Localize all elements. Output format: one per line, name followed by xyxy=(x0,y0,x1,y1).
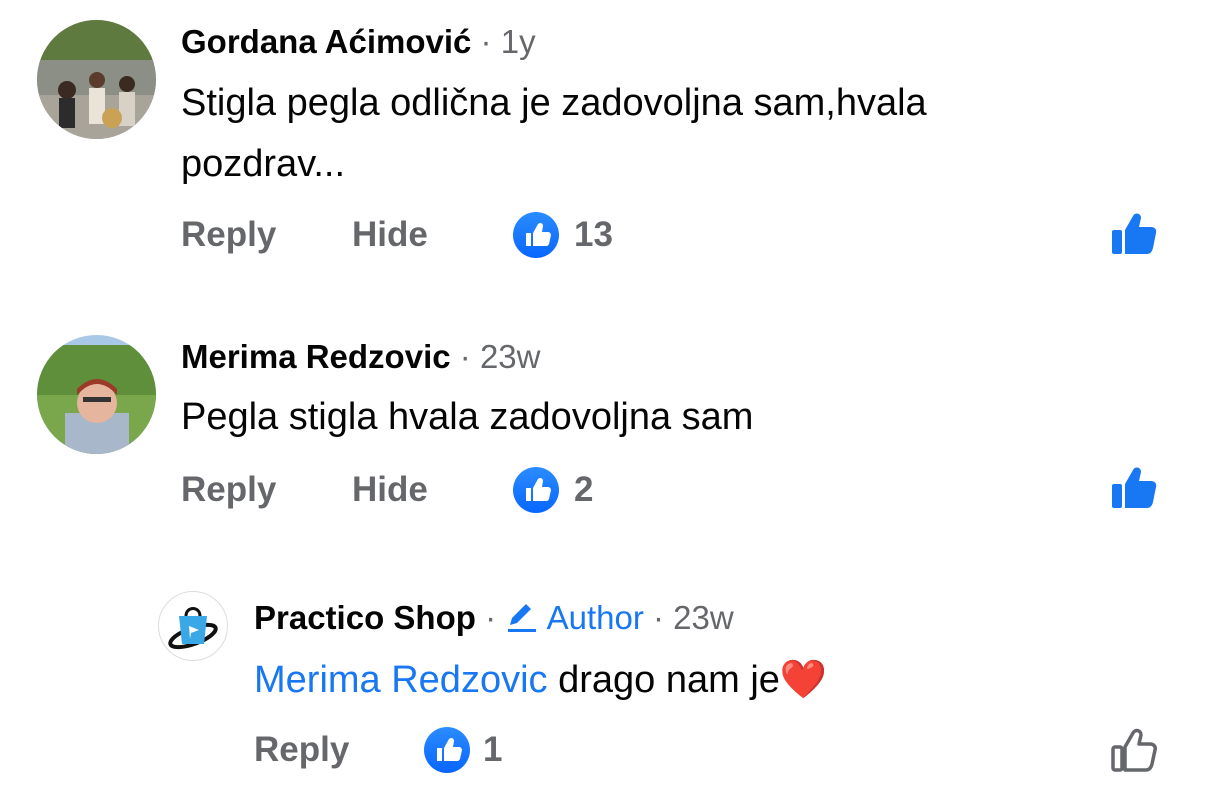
comment-actions: Reply Hide 2 xyxy=(181,467,1181,513)
pencil-icon xyxy=(508,604,537,632)
avatar[interactable] xyxy=(37,20,156,139)
like-count[interactable]: 1 xyxy=(483,730,502,770)
separator-dot: · xyxy=(459,338,471,375)
author-name[interactable]: Practico Shop xyxy=(254,599,476,636)
author-name[interactable]: Merima Redzovic xyxy=(181,338,451,375)
comment-actions: Reply Hide 13 xyxy=(181,212,1181,258)
separator-dot: · xyxy=(653,599,664,636)
like-badge-icon xyxy=(513,212,559,258)
thumbs-up-icon[interactable] xyxy=(1110,208,1160,258)
reply-button[interactable]: Reply xyxy=(254,730,349,770)
reply-button[interactable]: Reply xyxy=(181,470,276,510)
like-badge-icon xyxy=(513,467,559,513)
thumbs-up-icon[interactable] xyxy=(1110,462,1160,512)
separator-dot: · xyxy=(480,23,492,60)
comment-body: Stigla pegla odlična je zadovoljna sam,h… xyxy=(181,73,1181,195)
reply-practico: Practico Shop · Author · 23w Merima Redz… xyxy=(0,580,1206,801)
author-badge-label: Author xyxy=(546,599,644,636)
heart-emoji-icon: ❤️ xyxy=(779,659,828,701)
hide-button[interactable]: Hide xyxy=(352,470,428,510)
comment-text-line: Pegla stigla hvala zadovoljna sam xyxy=(181,396,754,438)
mention-link[interactable]: Merima Redzovic xyxy=(254,659,548,701)
shop-logo-icon xyxy=(168,607,218,650)
comment-header: Gordana Aćimović · 1y xyxy=(181,22,536,62)
avatar-photo xyxy=(37,20,156,139)
comment-merima: Merima Redzovic · 23w Pegla stigla hvala… xyxy=(0,320,1206,550)
reply-button[interactable]: Reply xyxy=(181,215,276,255)
avatar[interactable] xyxy=(37,335,156,454)
author-name[interactable]: Gordana Aćimović xyxy=(181,23,471,60)
separator-dot: · xyxy=(485,599,497,636)
comment-body: Pegla stigla hvala zadovoljna sam xyxy=(181,387,1181,448)
comment-text-line: Stigla pegla odlična je zadovoljna sam,h… xyxy=(181,82,927,124)
thumbs-up-outline-icon[interactable] xyxy=(1110,724,1160,774)
timestamp[interactable]: 23w xyxy=(673,599,734,636)
comment-header: Practico Shop · Author · 23w xyxy=(254,598,734,638)
comment-header: Merima Redzovic · 23w xyxy=(181,337,540,377)
avatar[interactable] xyxy=(158,591,228,661)
like-count[interactable]: 2 xyxy=(574,470,593,510)
comment-body: Merima Redzovic drago nam je❤️ xyxy=(254,650,1154,711)
like-badge-icon xyxy=(424,727,470,773)
comment-text-line: pozdrav... xyxy=(181,143,346,185)
comment-gordana: Gordana Aćimović · 1y Stigla pegla odlič… xyxy=(0,0,1206,290)
timestamp[interactable]: 1y xyxy=(501,23,536,60)
comment-actions: Reply 1 xyxy=(254,727,1054,773)
like-count[interactable]: 13 xyxy=(574,215,613,255)
timestamp[interactable]: 23w xyxy=(480,338,541,375)
avatar-photo xyxy=(37,335,156,454)
hide-button[interactable]: Hide xyxy=(352,215,428,255)
author-badge: Author xyxy=(505,599,653,636)
comment-text: drago nam je xyxy=(547,659,780,701)
